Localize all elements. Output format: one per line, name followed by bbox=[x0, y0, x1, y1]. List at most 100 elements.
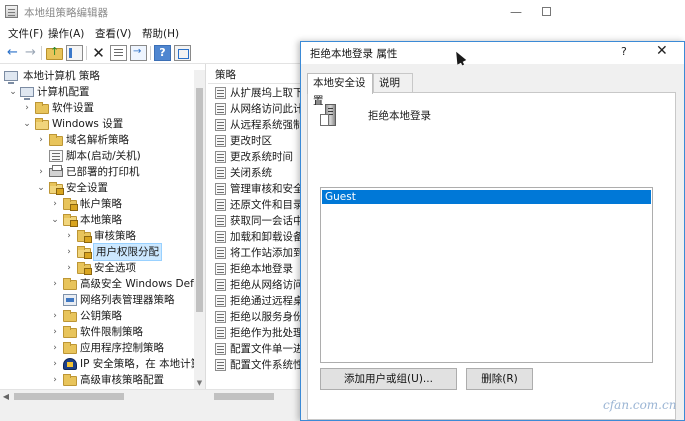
folder-icon bbox=[35, 102, 49, 114]
security-folder-icon bbox=[63, 214, 78, 227]
policy-name: 拒绝本地登录 bbox=[368, 110, 431, 122]
policy-item-icon bbox=[215, 87, 226, 99]
policy-properties-dialog: 拒绝本地登录 属性 ? ✕ 本地安全设置 说明 拒绝本地登录 Guest 添加用… bbox=[300, 41, 685, 421]
chevron-right-icon[interactable]: › bbox=[50, 196, 60, 212]
tab-panel-local-security: 拒绝本地登录 Guest 添加用户或组(U)... 删除(R) bbox=[307, 92, 676, 420]
user-group-list[interactable]: Guest bbox=[320, 187, 653, 363]
list-item-selected[interactable]: Guest bbox=[322, 190, 651, 204]
horizontal-scrollbar[interactable]: ◀ bbox=[0, 389, 300, 403]
delete-icon[interactable]: ✕ bbox=[90, 45, 107, 61]
policy-item-icon bbox=[215, 231, 226, 243]
tree-node-label: 高级审核策略配置 bbox=[80, 374, 164, 386]
dialog-help-button[interactable]: ? bbox=[621, 45, 627, 58]
dialog-titlebar[interactable]: 拒绝本地登录 属性 ? ✕ bbox=[301, 42, 684, 65]
tree-node-label: 软件限制策略 bbox=[80, 326, 143, 338]
folder-icon bbox=[63, 326, 77, 338]
chevron-down-icon[interactable]: ⌄ bbox=[22, 116, 32, 132]
chevron-right-icon[interactable]: › bbox=[36, 132, 46, 148]
policy-item-icon bbox=[215, 263, 226, 275]
tree-node-label: 帐户策略 bbox=[80, 198, 122, 210]
folder-open-icon bbox=[35, 118, 49, 130]
show-tree-icon[interactable] bbox=[66, 45, 83, 61]
list-item[interactable]: 配置文件系统性能 bbox=[213, 357, 300, 373]
list-item-label: 获取同一会话中另 bbox=[230, 215, 300, 227]
chevron-right-icon[interactable]: › bbox=[64, 244, 74, 260]
tree-node-label: 本地策略 bbox=[80, 214, 122, 226]
chevron-right-icon[interactable]: › bbox=[36, 164, 46, 180]
chevron-right-icon[interactable]: › bbox=[50, 340, 60, 356]
list-item[interactable]: 管理审核和安全日 bbox=[213, 181, 300, 197]
chevron-right-icon[interactable]: › bbox=[50, 324, 60, 340]
menu-action[interactable]: 操作(A) bbox=[48, 26, 84, 41]
list-item[interactable]: 获取同一会话中另 bbox=[213, 213, 300, 229]
list-item-label: 从扩展坞上取下计 bbox=[230, 87, 300, 99]
chevron-right-icon[interactable]: › bbox=[64, 228, 74, 244]
list-item[interactable]: 从远程系统强制关 bbox=[213, 117, 300, 133]
policy-item-icon bbox=[215, 343, 226, 355]
menu-file[interactable]: 文件(F) bbox=[8, 26, 43, 41]
list-item[interactable]: 拒绝通过远程桌面 bbox=[213, 293, 300, 309]
chevron-down-icon[interactable]: ⌄ bbox=[36, 180, 46, 196]
tree-scrollbar[interactable]: ▼ bbox=[194, 70, 205, 389]
tab-explain[interactable]: 说明 bbox=[373, 73, 413, 93]
tab-local-security-setting[interactable]: 本地安全设置 bbox=[307, 73, 373, 107]
tree-node-label: 安全选项 bbox=[94, 262, 136, 274]
list-item[interactable]: 拒绝以服务身份登 bbox=[213, 309, 300, 325]
properties-sheet-icon[interactable] bbox=[110, 45, 127, 61]
toolbar-separator bbox=[41, 46, 42, 60]
scroll-left-icon[interactable]: ◀ bbox=[0, 392, 12, 401]
scroll-down-icon[interactable]: ▼ bbox=[194, 378, 205, 389]
list-item[interactable]: 配置文件单一进程 bbox=[213, 341, 300, 357]
folder-icon bbox=[49, 134, 63, 146]
list-item[interactable]: 拒绝本地登录 bbox=[213, 261, 300, 277]
policy-item-icon bbox=[215, 359, 226, 371]
chevron-right-icon[interactable]: › bbox=[64, 260, 74, 276]
folder-up-icon[interactable] bbox=[46, 45, 63, 60]
back-arrow-icon[interactable]: ← bbox=[4, 45, 21, 61]
list-item[interactable]: 关闭系统 bbox=[213, 165, 300, 181]
forward-arrow-icon[interactable]: → bbox=[22, 45, 39, 61]
menu-view[interactable]: 查看(V) bbox=[95, 26, 131, 41]
list-item-label: 拒绝通过远程桌面 bbox=[230, 295, 300, 307]
chevron-right-icon[interactable]: › bbox=[50, 356, 60, 372]
tree-hscroll-thumb[interactable] bbox=[14, 393, 124, 400]
chevron-down-icon[interactable]: ⌄ bbox=[50, 212, 60, 228]
maximize-button[interactable] bbox=[523, 0, 569, 24]
policy-item-icon bbox=[215, 135, 226, 147]
policy-column-header[interactable]: 策略 bbox=[208, 68, 300, 84]
remove-button[interactable]: 删除(R) bbox=[466, 368, 533, 390]
chevron-right-icon[interactable]: › bbox=[50, 372, 60, 388]
tree-node-label: 本地计算机 策略 bbox=[23, 70, 100, 82]
list-item[interactable]: 从扩展坞上取下计 bbox=[213, 85, 300, 101]
list-item[interactable]: 从网络访问此计算 bbox=[213, 101, 300, 117]
list-item[interactable]: 加载和卸载设备驱 bbox=[213, 229, 300, 245]
printer-icon bbox=[49, 165, 63, 177]
list-item-label: 拒绝以服务身份登 bbox=[230, 311, 300, 323]
export-list-icon[interactable] bbox=[130, 45, 147, 61]
list-hscroll-thumb[interactable] bbox=[214, 393, 274, 400]
list-item[interactable]: 更改系统时间 bbox=[213, 149, 300, 165]
dialog-close-button[interactable]: ✕ bbox=[656, 43, 668, 59]
help-icon[interactable]: ? bbox=[154, 45, 171, 61]
menu-help[interactable]: 帮助(H) bbox=[142, 26, 179, 41]
policy-item-icon bbox=[215, 215, 226, 227]
chevron-right-icon[interactable]: › bbox=[22, 100, 32, 116]
show-properties-icon[interactable] bbox=[174, 45, 191, 61]
tree-scrollbar-thumb[interactable] bbox=[196, 88, 203, 312]
pc-icon bbox=[20, 87, 34, 100]
main-titlebar[interactable]: 本地组策略编辑器 — bbox=[0, 0, 685, 24]
policy-list-pane[interactable]: 策略 从扩展坞上取下计 从网络访问此计算 从远程系统强制关 更改时区 更改系统时… bbox=[208, 64, 300, 389]
tree-pane[interactable]: 本地计算机 策略 ⌄ 计算机配置 › 软件设置 ⌄ Windows 设置 › 域… bbox=[0, 64, 206, 389]
add-user-or-group-button[interactable]: 添加用户或组(U)... bbox=[320, 368, 457, 390]
tree-node-label: IP 安全策略，在 本地计算 bbox=[80, 358, 202, 370]
chevron-right-icon[interactable]: › bbox=[50, 276, 60, 292]
tree-node-label: 已部署的打印机 bbox=[66, 166, 140, 178]
network-icon bbox=[63, 294, 77, 306]
chevron-right-icon[interactable]: › bbox=[50, 308, 60, 324]
list-item[interactable]: 将工作站添加到域 bbox=[213, 245, 300, 261]
list-item[interactable]: 还原文件和目录 bbox=[213, 197, 300, 213]
list-item[interactable]: 拒绝从网络访问这 bbox=[213, 277, 300, 293]
list-item[interactable]: 拒绝作为批处理作 bbox=[213, 325, 300, 341]
list-item[interactable]: 更改时区 bbox=[213, 133, 300, 149]
chevron-down-icon[interactable]: ⌄ bbox=[8, 84, 18, 100]
